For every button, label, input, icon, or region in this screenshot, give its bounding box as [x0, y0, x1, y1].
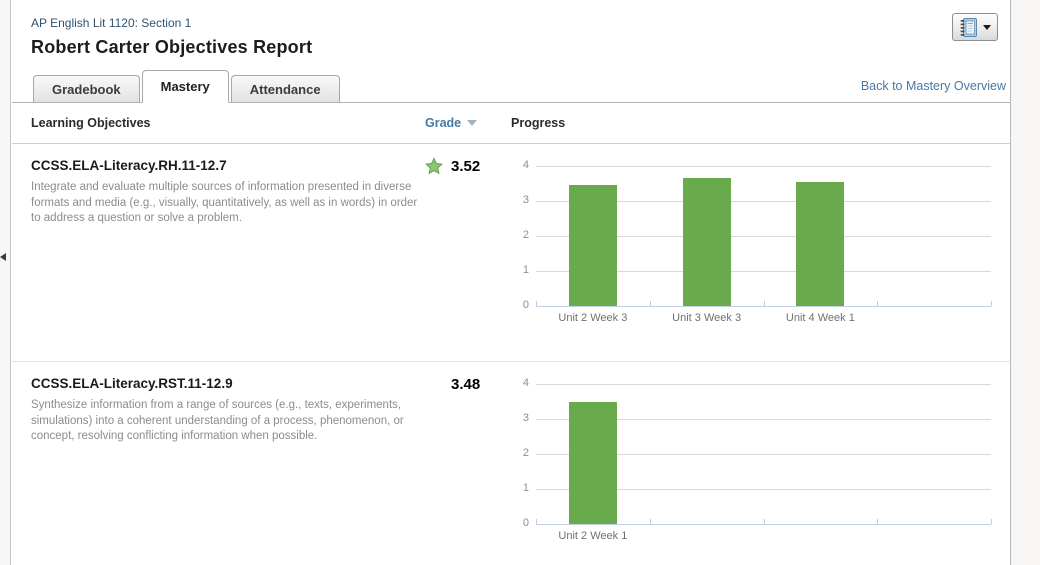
x-axis-category-label: Unit 2 Week 1	[536, 530, 650, 542]
x-axis-tick	[650, 301, 651, 306]
x-axis-tick	[991, 519, 992, 524]
view-selector-button[interactable]	[952, 13, 998, 41]
grade-value: 3.52	[451, 158, 480, 175]
x-axis-category-label: Unit 3 Week 3	[650, 312, 764, 324]
sidebar-collapse-arrow[interactable]	[0, 253, 6, 261]
main-content: AP English Lit 1120: Section 1 Robert Ca…	[12, 0, 1010, 565]
left-rail	[0, 0, 11, 565]
table-header: Learning Objectives Grade Progress	[12, 103, 1010, 144]
y-axis-tick-label: 0	[511, 299, 529, 311]
y-axis-tick-label: 3	[511, 412, 529, 424]
bar	[796, 182, 844, 306]
x-axis-line	[536, 306, 991, 307]
bar	[569, 185, 617, 306]
y-axis-tick-label: 1	[511, 482, 529, 494]
tab-mastery[interactable]: Mastery	[142, 70, 229, 103]
x-axis-tick	[991, 301, 992, 306]
y-axis-tick-label: 2	[511, 229, 529, 241]
objective-row: CCSS.ELA-Literacy.RST.11-12.9 Synthesize…	[12, 362, 1010, 552]
x-axis-tick	[877, 301, 878, 306]
progress-chart-cell: 0 1 2 3 4 Unit 2 Week 1	[511, 362, 1010, 552]
back-to-mastery-overview-link[interactable]: Back to Mastery Overview	[861, 79, 1006, 93]
gridline	[536, 166, 991, 167]
column-header-learning-objectives: Learning Objectives	[31, 116, 425, 130]
y-axis-tick-label: 0	[511, 517, 529, 529]
y-axis-tick-label: 1	[511, 264, 529, 276]
screen: AP English Lit 1120: Section 1 Robert Ca…	[0, 0, 1040, 565]
y-axis-tick-label: 2	[511, 447, 529, 459]
objective-row: CCSS.ELA-Literacy.RH.11-12.7 Integrate a…	[12, 144, 1010, 362]
x-axis-category-label: Unit 4 Week 1	[764, 312, 878, 324]
y-axis-tick-label: 4	[511, 377, 529, 389]
sort-caret-down-icon	[467, 120, 477, 126]
x-axis-line	[536, 524, 991, 525]
page-header: AP English Lit 1120: Section 1 Robert Ca…	[12, 0, 1010, 58]
objective-info: CCSS.ELA-Literacy.RST.11-12.9 Synthesize…	[31, 362, 425, 552]
objective-info: CCSS.ELA-Literacy.RH.11-12.7 Integrate a…	[31, 144, 425, 361]
gradebook-notebook-icon	[959, 17, 978, 38]
objective-code: CCSS.ELA-Literacy.RST.11-12.9	[31, 376, 425, 391]
column-header-progress: Progress	[511, 116, 565, 130]
objective-description: Integrate and evaluate multiple sources …	[31, 180, 419, 227]
progress-chart-cell: 0 1 2 3 4 Unit 2 Week 3Unit 3 Week 3Unit 4 We…	[511, 144, 1010, 361]
page-title: Robert Carter Objectives Report	[31, 37, 1010, 58]
column-header-grade-sort[interactable]: Grade	[425, 116, 511, 130]
caret-down-icon	[983, 25, 991, 30]
objective-grade-cell: 3.48	[425, 362, 511, 552]
objective-code: CCSS.ELA-Literacy.RH.11-12.7	[31, 158, 425, 173]
tab-attendance[interactable]: Attendance	[231, 75, 340, 103]
tab-bar: Gradebook Mastery Attendance Back to Mas…	[12, 70, 1010, 103]
x-axis-tick	[764, 519, 765, 524]
breadcrumb[interactable]: AP English Lit 1120: Section 1	[31, 16, 191, 30]
gridline	[536, 384, 991, 385]
x-axis-category-label: Unit 2 Week 3	[536, 312, 650, 324]
objective-grade-cell: 3.52	[425, 144, 511, 361]
bar	[683, 178, 731, 306]
x-axis-tick	[536, 301, 537, 306]
x-axis-tick	[536, 519, 537, 524]
progress-bar-chart: 01234Unit 2 Week 3Unit 3 Week 3Unit 4 We…	[511, 166, 991, 334]
x-axis-tick	[877, 519, 878, 524]
mastery-star-icon	[425, 157, 443, 175]
right-rail	[1010, 0, 1040, 565]
bar	[569, 402, 617, 524]
progress-bar-chart: 01234Unit 2 Week 1	[511, 384, 991, 552]
tab-gradebook[interactable]: Gradebook	[33, 75, 140, 103]
grade-value: 3.48	[451, 376, 480, 393]
y-axis-tick-label: 4	[511, 159, 529, 171]
grade-header-label: Grade	[425, 116, 461, 130]
objective-description: Synthesize information from a range of s…	[31, 398, 419, 445]
y-axis-tick-label: 3	[511, 194, 529, 206]
x-axis-tick	[764, 301, 765, 306]
x-axis-tick	[650, 519, 651, 524]
